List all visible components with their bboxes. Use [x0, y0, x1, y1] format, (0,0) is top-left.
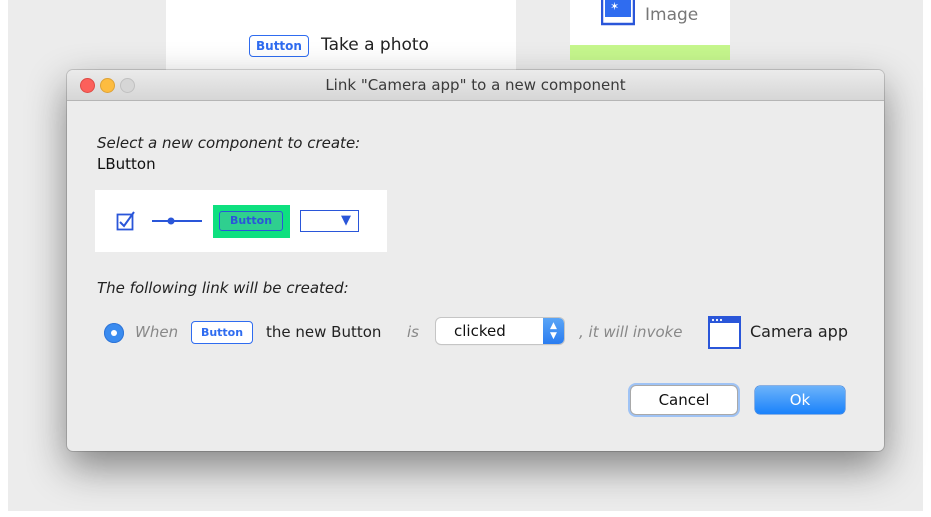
slider-icon[interactable] — [152, 214, 202, 228]
cancel-button[interactable]: Cancel — [631, 386, 737, 414]
target-component-label: Camera app — [750, 322, 848, 341]
when-label: When — [135, 323, 179, 341]
component-palette: Button ▼ — [95, 190, 387, 252]
dialog-titlebar: Link "Camera app" to a new component — [67, 70, 884, 101]
dropdown-arrow-icon: ▼ — [341, 213, 351, 228]
canvas-take-photo-label: Take a photo — [321, 35, 429, 55]
page-edge-left — [0, 0, 8, 517]
selected-component-name: LButton — [97, 155, 156, 173]
palette-button-label: Button — [219, 211, 283, 231]
link-prompt: The following link will be created: — [97, 279, 349, 297]
is-label: is — [407, 323, 419, 341]
button-chip: Button — [191, 321, 253, 344]
link-radio-button[interactable] — [104, 323, 124, 343]
event-select-value: clicked — [454, 322, 506, 340]
canvas-green-bar — [570, 45, 730, 60]
dropdown-icon[interactable]: ▼ — [300, 210, 359, 232]
ok-button[interactable]: Ok — [755, 386, 845, 414]
button-icon[interactable]: Button — [213, 205, 290, 238]
invoke-label: , it will invoke — [579, 323, 683, 341]
page-edge-bottom — [0, 511, 931, 517]
checkbox-icon[interactable] — [116, 211, 136, 231]
image-icon: ✶ — [601, 0, 635, 26]
new-button-label: the new Button — [266, 323, 382, 341]
canvas-image-label: Image — [645, 5, 699, 25]
select-component-prompt: Select a new component to create: — [97, 134, 361, 152]
link-dialog: Link "Camera app" to a new component Sel… — [67, 70, 884, 451]
svg-text:✶: ✶ — [610, 0, 619, 13]
page-edge-right — [923, 0, 931, 517]
window-icon — [708, 316, 741, 349]
chevron-updown-icon: ▲ ▼ — [543, 318, 564, 344]
dialog-title: Link "Camera app" to a new component — [325, 76, 626, 94]
canvas-button-chip[interactable]: Button — [249, 35, 309, 57]
event-select[interactable]: clicked ▲ ▼ — [436, 318, 564, 344]
